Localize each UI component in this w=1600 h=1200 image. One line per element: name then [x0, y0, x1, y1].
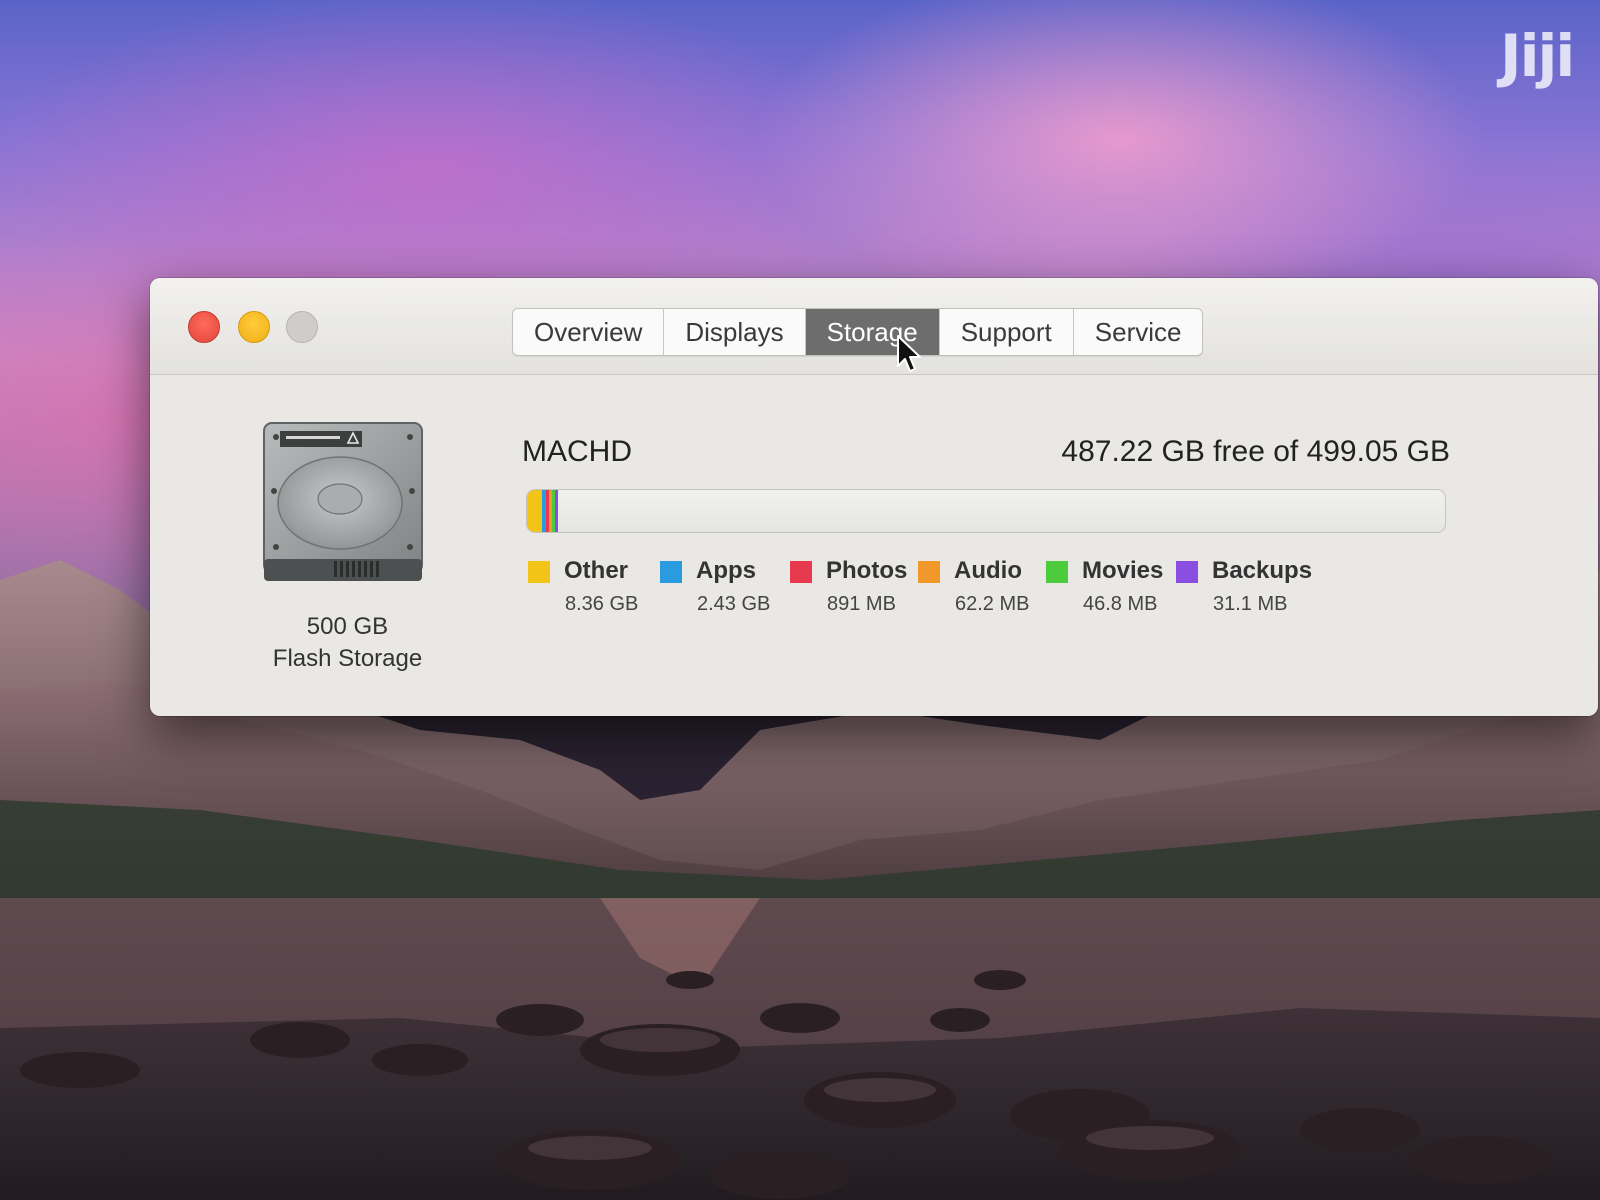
about-this-mac-window: Overview Displays Storage Support Servic… — [150, 278, 1598, 716]
tab-bar: Overview Displays Storage Support Servic… — [512, 308, 1204, 356]
tab-displays[interactable]: Displays — [664, 309, 806, 355]
tab-support[interactable]: Support — [940, 309, 1074, 355]
legend-label: Backups — [1212, 557, 1313, 584]
drive-capacity: 500 GB — [306, 613, 389, 640]
legend-label: Apps — [696, 557, 756, 584]
storage-usage-bar — [526, 489, 1446, 533]
legend-swatch — [660, 561, 682, 583]
drive-type: Flash Storage — [272, 645, 423, 672]
legend-value: 46.8 MB — [1083, 593, 1158, 615]
storage-panel: 500 GB Flash Storage MACHD 487.22 GB fre… — [150, 375, 1598, 716]
volume-name: MACHD — [522, 435, 632, 468]
legend-value: 891 MB — [827, 593, 896, 615]
tab-overview[interactable]: Overview — [513, 309, 665, 355]
legend-value: 8.36 GB — [565, 593, 639, 615]
usage-bar-fill — [527, 490, 558, 532]
legend-label: Other — [564, 557, 629, 584]
legend-label: Audio — [954, 557, 1022, 584]
lake-rocks — [20, 970, 1550, 1199]
usage-segment-backups — [554, 490, 558, 532]
legend-swatch — [528, 561, 550, 583]
zoom-button[interactable] — [286, 311, 318, 343]
legend-swatch — [1046, 561, 1068, 583]
legend-label: Movies — [1082, 557, 1164, 584]
legend-swatch — [1176, 561, 1198, 583]
close-button[interactable] — [188, 311, 220, 343]
legend-value: 2.43 GB — [697, 593, 771, 615]
watermark-logo: Jiji — [1500, 22, 1575, 90]
legend-value: 62.2 MB — [955, 593, 1030, 615]
window-titlebar[interactable]: Overview Displays Storage Support Servic… — [150, 278, 1598, 375]
minimize-button[interactable] — [238, 311, 270, 343]
legend-swatch — [918, 561, 940, 583]
hard-drive-icon — [263, 422, 423, 581]
mouse-pointer-icon — [897, 335, 921, 372]
free-space-text: 487.22 GB free of 499.05 GB — [1061, 435, 1450, 468]
tab-service[interactable]: Service — [1074, 309, 1203, 355]
legend-label: Photos — [826, 557, 908, 584]
usage-segment-other — [527, 490, 542, 532]
drive-caption: 500 GB Flash Storage — [240, 611, 455, 675]
legend-swatch — [790, 561, 812, 583]
legend-value: 31.1 MB — [1213, 593, 1288, 615]
